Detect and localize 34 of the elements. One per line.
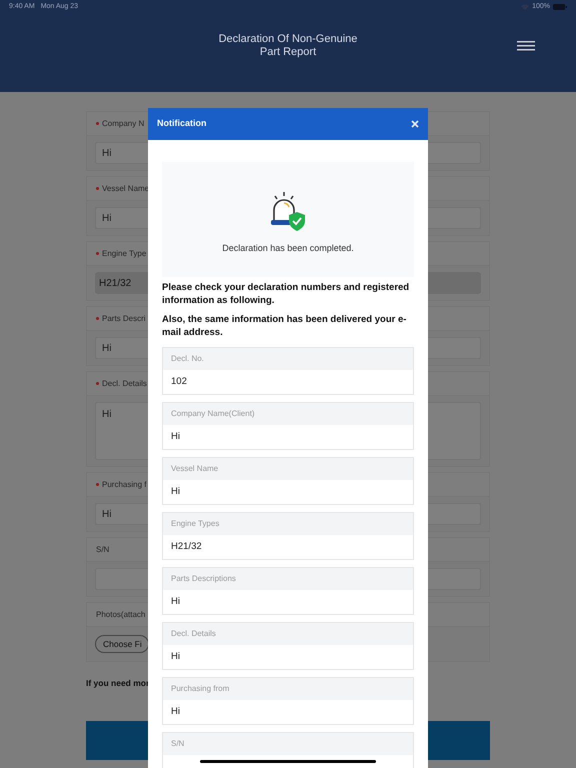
menu-icon[interactable] <box>517 41 535 51</box>
summary-label: Engine Types <box>171 518 220 530</box>
field-label: Decl. Details <box>102 378 147 390</box>
page-title: Declaration Of Non-Genuine Part Report <box>218 33 358 59</box>
field-label: Company N <box>102 118 144 130</box>
field-label: S/N <box>96 544 110 556</box>
summary-value: Hi <box>171 484 180 499</box>
field-label: Vessel Name <box>102 182 150 194</box>
summary-label: Parts Descriptions <box>171 573 236 585</box>
summary-label: Decl. No. <box>171 353 204 365</box>
summary-value: H21/32 <box>171 540 202 554</box>
battery-icon <box>553 4 567 10</box>
help-text: If you need mor <box>86 677 150 690</box>
summary-label: Decl. Details <box>171 628 216 640</box>
info-paragraph: Please check your declaration numbers and registered information as following. <box>162 281 410 307</box>
field-label: Parts Descri <box>102 312 146 324</box>
success-message: Declaration has been completed. <box>222 242 354 255</box>
summary-label: S/N <box>171 738 184 750</box>
summary-value: Hi <box>171 594 180 609</box>
summary-label: Vessel Name <box>171 463 218 475</box>
summary-value: Hi <box>171 704 180 719</box>
dialog-title: Notification <box>157 117 206 130</box>
field-label: Engine Type <box>102 248 146 260</box>
choose-file-button[interactable]: Choose Fi <box>95 635 149 653</box>
summary-label: Company Name(Client) <box>171 408 255 420</box>
field-label: Purchasing f <box>102 478 146 490</box>
summary-value: Hi <box>171 650 180 664</box>
siren-check-icon <box>269 190 307 232</box>
summary-value: Hi <box>171 430 180 444</box>
summary-label: Purchasing from <box>171 683 230 695</box>
close-icon[interactable] <box>411 120 419 128</box>
field-label: Photos(attach <box>96 608 146 620</box>
summary-value: 102 <box>171 374 187 389</box>
info-paragraph: Also, the same information has been delivered your e-mail address. <box>162 313 408 339</box>
